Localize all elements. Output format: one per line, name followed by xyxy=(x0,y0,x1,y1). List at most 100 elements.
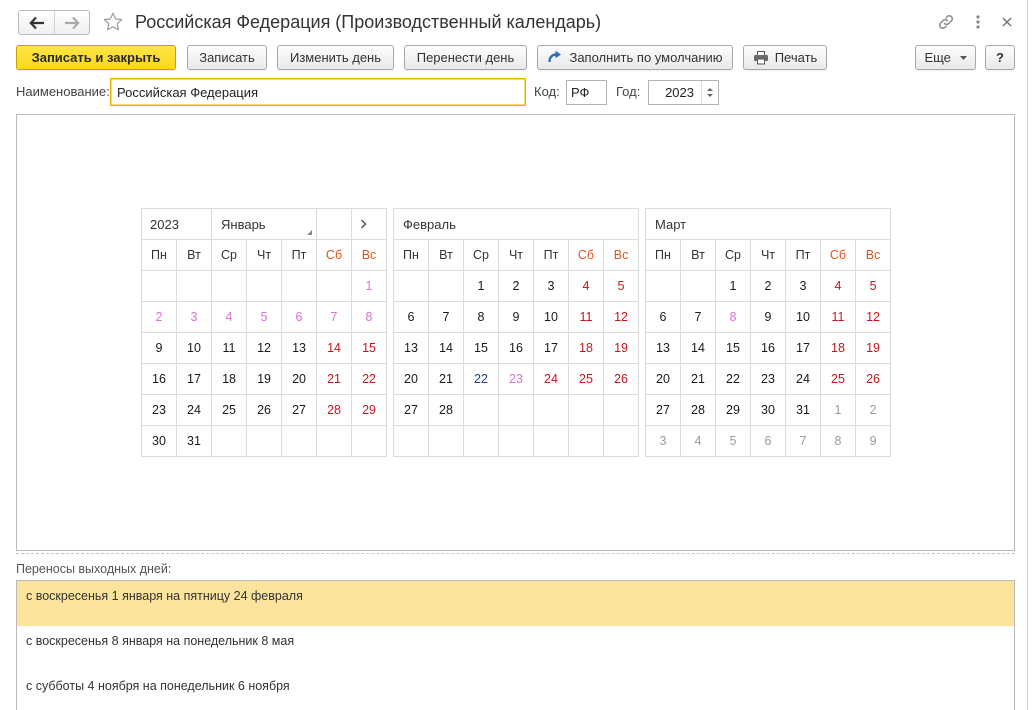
day-cell[interactable]: 5 xyxy=(715,425,751,457)
day-cell[interactable]: 25 xyxy=(211,394,248,426)
day-cell[interactable]: 30 xyxy=(141,425,177,457)
day-cell[interactable]: 1 xyxy=(463,270,499,302)
day-cell[interactable]: 6 xyxy=(393,301,429,333)
change-day-button[interactable]: Изменить день xyxy=(277,45,394,70)
save-and-close-button[interactable]: Записать и закрыть xyxy=(16,45,176,70)
day-cell[interactable]: 4 xyxy=(211,301,248,333)
year-spinner[interactable] xyxy=(701,81,718,104)
day-cell[interactable]: 21 xyxy=(680,363,716,395)
day-cell[interactable]: 25 xyxy=(820,363,856,395)
day-cell[interactable]: 2 xyxy=(854,394,892,426)
transfer-row[interactable]: с воскресенья 1 января на пятницу 24 фев… xyxy=(17,581,1014,626)
day-cell[interactable]: 8 xyxy=(820,425,856,457)
day-cell[interactable]: 28 xyxy=(316,394,353,426)
day-cell[interactable]: 16 xyxy=(750,332,786,364)
day-cell[interactable]: 13 xyxy=(393,332,429,364)
day-cell[interactable]: 23 xyxy=(141,394,177,426)
day-cell[interactable]: 15 xyxy=(351,332,388,364)
day-cell[interactable]: 12 xyxy=(602,301,640,333)
day-cell[interactable]: 25 xyxy=(568,363,604,395)
day-cell[interactable]: 3 xyxy=(785,270,821,302)
close-button[interactable] xyxy=(998,12,1016,32)
day-cell[interactable]: 29 xyxy=(351,394,388,426)
day-cell[interactable]: 7 xyxy=(316,301,353,333)
day-cell[interactable]: 4 xyxy=(680,425,716,457)
day-cell[interactable]: 7 xyxy=(785,425,821,457)
day-cell[interactable]: 1 xyxy=(351,270,388,302)
day-cell[interactable]: 19 xyxy=(602,332,640,364)
day-cell[interactable]: 1 xyxy=(820,394,856,426)
day-cell[interactable]: 4 xyxy=(820,270,856,302)
day-cell[interactable]: 18 xyxy=(568,332,604,364)
day-cell[interactable]: 23 xyxy=(750,363,786,395)
day-cell[interactable]: 13 xyxy=(281,332,318,364)
day-cell[interactable]: 24 xyxy=(175,394,213,426)
day-cell[interactable]: 10 xyxy=(533,301,569,333)
transfer-row[interactable]: с воскресенья 8 января на понедельник 8 … xyxy=(17,626,1014,671)
day-cell[interactable]: 7 xyxy=(680,301,716,333)
day-cell[interactable]: 16 xyxy=(498,332,534,364)
day-cell[interactable]: 8 xyxy=(351,301,388,333)
fill-default-button[interactable]: Заполнить по умолчанию xyxy=(537,45,733,70)
link-button[interactable] xyxy=(936,12,956,32)
day-cell[interactable]: 9 xyxy=(141,332,177,364)
day-cell[interactable]: 2 xyxy=(750,270,786,302)
day-cell[interactable]: 22 xyxy=(715,363,751,395)
day-cell[interactable]: 10 xyxy=(785,301,821,333)
day-cell[interactable]: 6 xyxy=(281,301,318,333)
month-selector[interactable]: Январь xyxy=(211,208,318,240)
transfer-row[interactable]: с субботы 4 ноября на понедельник 6 нояб… xyxy=(17,671,1014,710)
day-cell[interactable]: 14 xyxy=(428,332,464,364)
day-cell[interactable]: 30 xyxy=(750,394,786,426)
day-cell[interactable]: 21 xyxy=(428,363,464,395)
day-cell[interactable]: 2 xyxy=(141,301,177,333)
day-cell[interactable]: 8 xyxy=(463,301,499,333)
day-cell[interactable]: 18 xyxy=(820,332,856,364)
day-cell[interactable]: 5 xyxy=(854,270,892,302)
day-cell[interactable]: 9 xyxy=(498,301,534,333)
day-cell[interactable]: 3 xyxy=(533,270,569,302)
day-cell[interactable]: 3 xyxy=(175,301,213,333)
day-cell[interactable]: 18 xyxy=(211,363,248,395)
day-cell[interactable]: 1 xyxy=(715,270,751,302)
day-cell[interactable]: 19 xyxy=(854,332,892,364)
name-input[interactable] xyxy=(110,78,526,106)
day-cell[interactable]: 7 xyxy=(428,301,464,333)
print-button[interactable]: Печать xyxy=(743,45,827,70)
day-cell[interactable]: 5 xyxy=(602,270,640,302)
day-cell[interactable]: 28 xyxy=(680,394,716,426)
back-button[interactable] xyxy=(19,11,54,34)
day-cell[interactable]: 11 xyxy=(568,301,604,333)
day-cell[interactable]: 20 xyxy=(281,363,318,395)
day-cell[interactable]: 4 xyxy=(568,270,604,302)
day-cell[interactable]: 20 xyxy=(393,363,429,395)
day-cell[interactable]: 27 xyxy=(393,394,429,426)
day-cell[interactable]: 8 xyxy=(715,301,751,333)
day-cell[interactable]: 24 xyxy=(785,363,821,395)
day-cell[interactable]: 12 xyxy=(854,301,892,333)
next-month-button[interactable] xyxy=(351,208,388,240)
day-cell[interactable]: 22 xyxy=(351,363,388,395)
code-input[interactable] xyxy=(566,80,607,105)
day-cell[interactable]: 26 xyxy=(602,363,640,395)
day-cell[interactable]: 28 xyxy=(428,394,464,426)
favorite-button[interactable] xyxy=(102,11,124,33)
day-cell[interactable]: 29 xyxy=(715,394,751,426)
day-cell[interactable]: 27 xyxy=(281,394,318,426)
day-cell[interactable]: 16 xyxy=(141,363,177,395)
day-cell[interactable]: 11 xyxy=(211,332,248,364)
day-cell[interactable]: 9 xyxy=(750,301,786,333)
more-actions-button[interactable] xyxy=(970,12,986,32)
day-cell[interactable]: 26 xyxy=(246,394,283,426)
day-cell[interactable]: 11 xyxy=(820,301,856,333)
day-cell[interactable]: 15 xyxy=(463,332,499,364)
day-cell[interactable]: 13 xyxy=(645,332,681,364)
day-cell[interactable]: 20 xyxy=(645,363,681,395)
day-cell[interactable]: 31 xyxy=(175,425,213,457)
day-cell[interactable]: 10 xyxy=(175,332,213,364)
day-cell[interactable]: 2 xyxy=(498,270,534,302)
day-cell[interactable]: 3 xyxy=(645,425,681,457)
move-day-button[interactable]: Перенести день xyxy=(404,45,527,70)
day-cell[interactable]: 26 xyxy=(854,363,892,395)
day-cell[interactable]: 23 xyxy=(498,363,534,395)
